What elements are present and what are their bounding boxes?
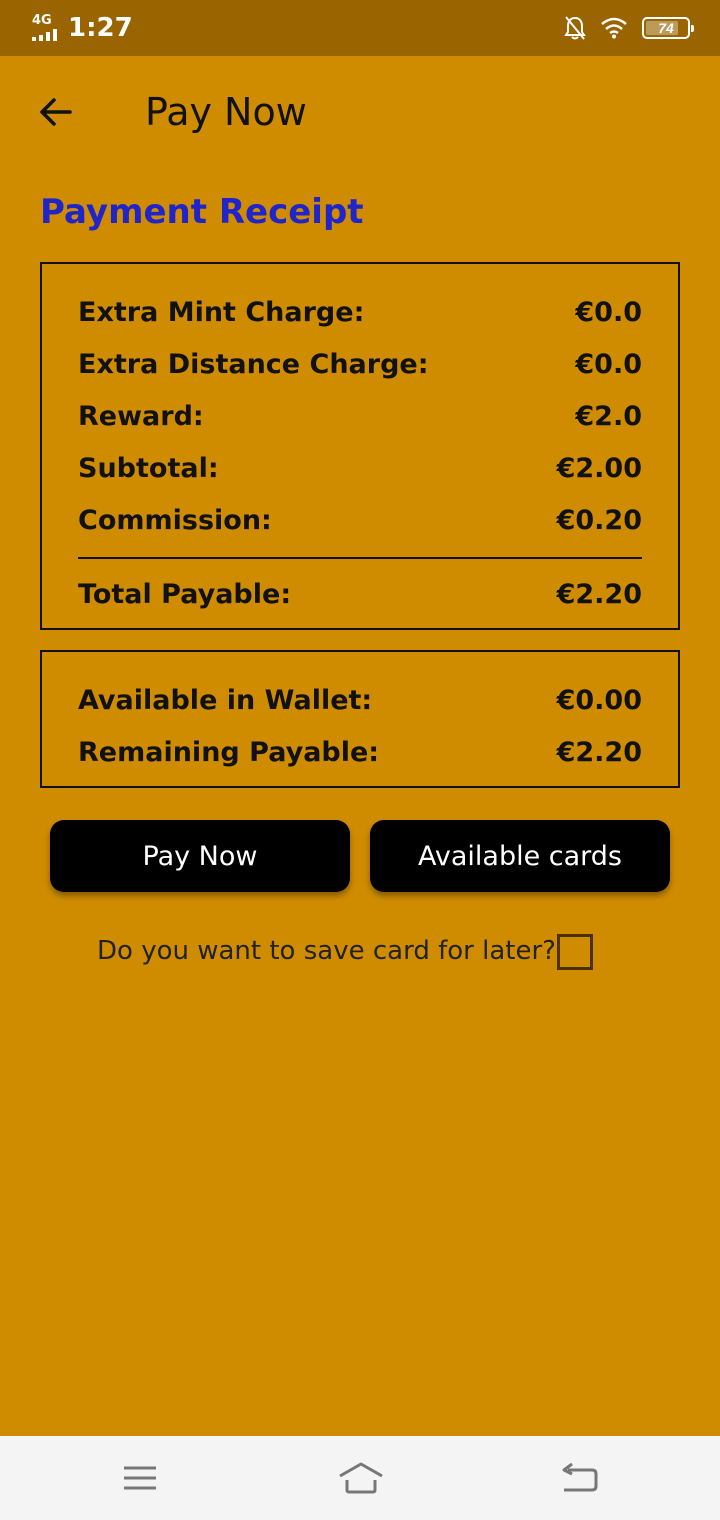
- row-label: Remaining Payable:: [78, 736, 380, 768]
- wallet-box: Available in Wallet: €0.00 Remaining Pay…: [40, 650, 680, 788]
- receipt-row-extra-mint-charge: Extra Mint Charge: €0.0: [78, 286, 642, 338]
- back-icon[interactable]: [558, 1458, 598, 1498]
- row-label: Extra Mint Charge:: [78, 296, 365, 328]
- receipt-box: Extra Mint Charge: €0.0 Extra Distance C…: [40, 262, 680, 630]
- receipt-title: Payment Receipt: [40, 192, 364, 232]
- save-card-label: Do you want to save card for later?: [97, 936, 556, 966]
- wallet-row-available: Available in Wallet: €0.00: [78, 674, 642, 726]
- row-value: €0.20: [556, 504, 642, 536]
- row-value: €2.20: [556, 736, 642, 768]
- wallet-row-remaining-payable: Remaining Payable: €2.20: [78, 726, 642, 778]
- row-value: €2.0: [575, 400, 642, 432]
- wifi-icon: [601, 17, 627, 39]
- save-card-checkbox[interactable]: [557, 934, 593, 970]
- total-value: €2.20: [556, 578, 642, 610]
- row-label: Commission:: [78, 504, 272, 536]
- home-icon[interactable]: [338, 1458, 384, 1498]
- signal-icon: 4G: [30, 13, 60, 43]
- row-value: €0.0: [575, 348, 642, 380]
- app-bar: Pay Now: [0, 56, 720, 168]
- row-label: Available in Wallet:: [78, 684, 373, 716]
- receipt-row-reward: Reward: €2.0: [78, 390, 642, 442]
- receipt-row-total-payable: Total Payable: €2.20: [78, 568, 642, 620]
- menu-icon[interactable]: [120, 1458, 160, 1498]
- receipt-row-extra-distance-charge: Extra Distance Charge: €0.0: [78, 338, 642, 390]
- back-arrow-icon[interactable]: [36, 92, 76, 132]
- total-label: Total Payable:: [78, 578, 292, 610]
- receipt-row-commission: Commission: €0.20: [78, 494, 642, 546]
- row-value: €0.0: [575, 296, 642, 328]
- receipt-row-subtotal: Subtotal: €2.00: [78, 442, 642, 494]
- row-label: Reward:: [78, 400, 204, 432]
- divider: [78, 557, 642, 559]
- row-value: €2.00: [556, 452, 642, 484]
- network-type: 4G: [32, 13, 52, 28]
- battery-level: 74: [658, 20, 674, 36]
- row-value: €0.00: [556, 684, 642, 716]
- available-cards-button[interactable]: Available cards: [370, 820, 670, 892]
- row-label: Extra Distance Charge:: [78, 348, 429, 380]
- notifications-off-icon: [564, 16, 586, 40]
- status-bar: 4G 1:27 74: [0, 0, 720, 56]
- pay-now-button[interactable]: Pay Now: [50, 820, 350, 892]
- system-nav-bar: [0, 1436, 720, 1520]
- row-label: Subtotal:: [78, 452, 219, 484]
- status-time: 1:27: [68, 13, 133, 43]
- battery-indicator: 74: [642, 17, 694, 39]
- page-title: Pay Now: [145, 90, 307, 134]
